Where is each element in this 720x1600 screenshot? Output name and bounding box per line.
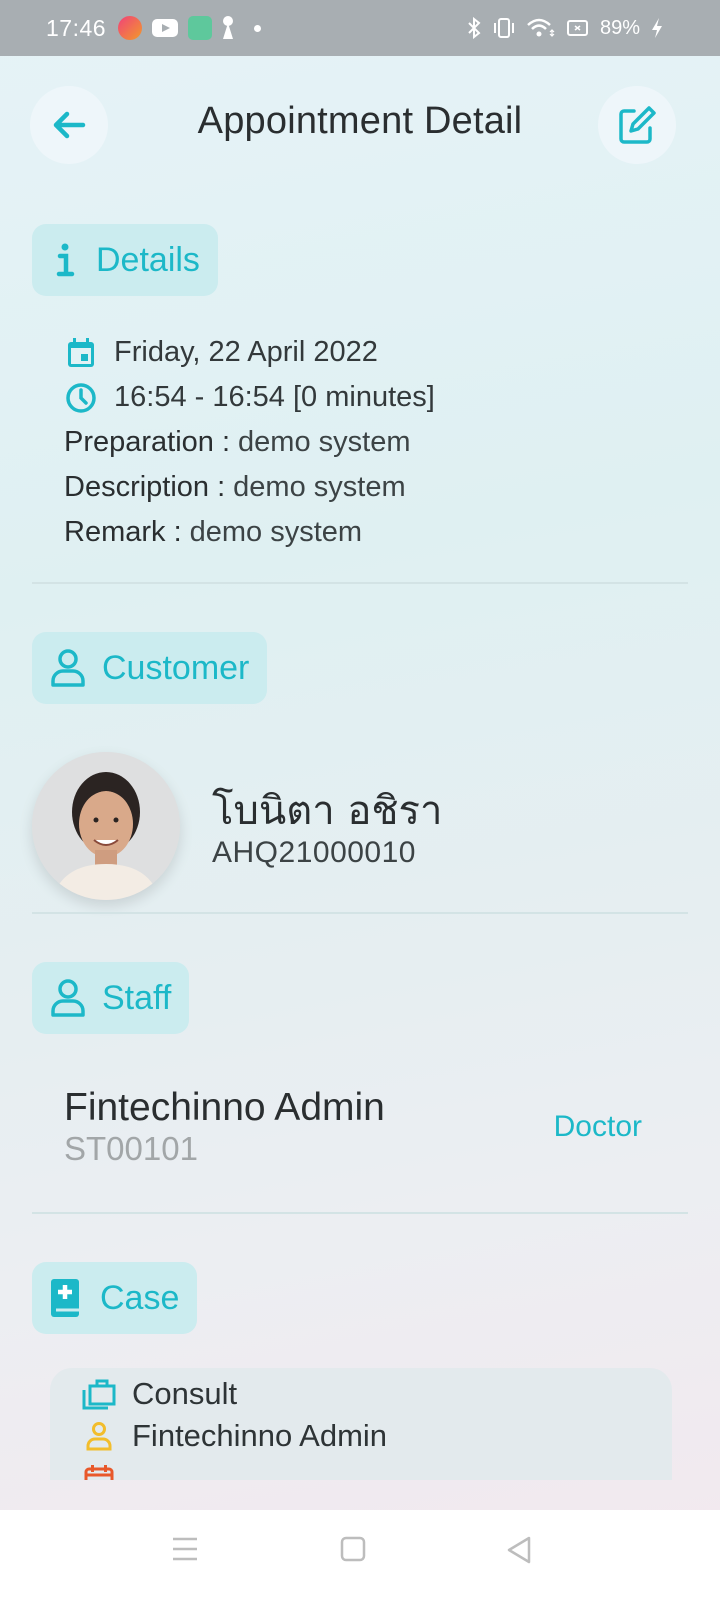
field-value: demo system <box>238 426 411 458</box>
case-section-chip: Case <box>32 1262 198 1334</box>
hammer-app-icon <box>118 16 143 40</box>
briefcase-icon <box>82 1379 116 1410</box>
case-type: Consult <box>132 1376 238 1411</box>
recent-apps-button[interactable] <box>172 1536 198 1567</box>
battery-saver-icon <box>566 20 588 36</box>
home-icon <box>340 1536 366 1562</box>
clock-icon <box>66 382 96 413</box>
field-key: Preparation : <box>64 426 231 458</box>
details-section-label: Details <box>96 240 200 279</box>
remark-field: Remark : demo system <box>64 510 435 555</box>
home-button[interactable] <box>340 1536 366 1567</box>
system-nav-bar <box>0 1510 720 1600</box>
appointment-date-row: Friday, 22 April 2022 <box>64 330 435 375</box>
details-content: Friday, 22 April 2022 16:54 - 16:54 [0 m… <box>64 330 435 555</box>
info-icon <box>56 243 75 277</box>
wifi-icon <box>527 18 555 37</box>
field-key: Description : <box>64 471 226 503</box>
section-divider <box>32 912 688 914</box>
appointment-time: 16:54 - 16:54 [0 minutes] <box>114 381 435 413</box>
medical-book-icon <box>51 1279 80 1317</box>
charging-icon <box>652 18 662 38</box>
app-header: Appointment Detail <box>0 86 720 166</box>
staff-name: Fintechinno Admin <box>64 1086 385 1129</box>
edit-button[interactable] <box>598 86 676 164</box>
dot-icon <box>254 24 262 32</box>
staff-code: ST00101 <box>64 1130 198 1167</box>
calendar-icon <box>68 337 94 367</box>
customer-avatar[interactable] <box>32 752 180 900</box>
appointment-date: Friday, 22 April 2022 <box>114 336 378 368</box>
green-app-icon <box>188 16 213 40</box>
keyhole-icon <box>222 16 234 40</box>
person-icon <box>51 649 85 687</box>
bluetooth-icon <box>468 17 481 39</box>
staff-section-chip: Staff <box>32 962 190 1034</box>
preparation-field: Preparation : demo system <box>64 420 435 465</box>
back-icon <box>507 1536 531 1564</box>
case-staff-row: Fintechinno Admin <box>80 1418 387 1454</box>
customer-section-label: Customer <box>102 648 250 687</box>
status-bar: 17:46 89% <box>0 0 720 56</box>
field-value: demo system <box>233 471 406 503</box>
calendar-icon <box>84 1465 114 1480</box>
customer-code: AHQ21000010 <box>212 836 416 869</box>
person-icon <box>86 1422 112 1451</box>
edit-icon <box>619 106 656 144</box>
details-section-chip: Details <box>32 224 218 296</box>
customer-photo <box>32 752 180 900</box>
appointment-time-row: 16:54 - 16:54 [0 minutes] <box>64 375 435 420</box>
case-staff: Fintechinno Admin <box>132 1418 388 1453</box>
menu-icon <box>173 1537 197 1561</box>
youtube-icon <box>152 19 179 37</box>
person-icon <box>51 979 85 1017</box>
customer-name: โบนิตา อชิรา <box>212 788 443 834</box>
description-field: Description : demo system <box>64 465 435 510</box>
staff-section-label: Staff <box>102 978 172 1017</box>
battery-percent: 89% <box>599 16 640 39</box>
section-divider <box>32 582 688 584</box>
back-nav-button[interactable] <box>506 1536 532 1569</box>
case-card[interactable]: Consult Fintechinno Admin <box>50 1368 672 1480</box>
case-date-row <box>80 1464 132 1480</box>
case-section-label: Case <box>100 1278 180 1317</box>
field-value: demo system <box>189 516 363 548</box>
vibrate-icon <box>493 18 514 38</box>
case-type-row: Consult <box>80 1376 237 1412</box>
customer-section-chip: Customer <box>32 632 268 704</box>
section-divider <box>32 1212 688 1214</box>
staff-role: Doctor <box>553 1110 642 1143</box>
status-time: 17:46 <box>46 14 107 41</box>
field-key: Remark : <box>64 516 182 548</box>
